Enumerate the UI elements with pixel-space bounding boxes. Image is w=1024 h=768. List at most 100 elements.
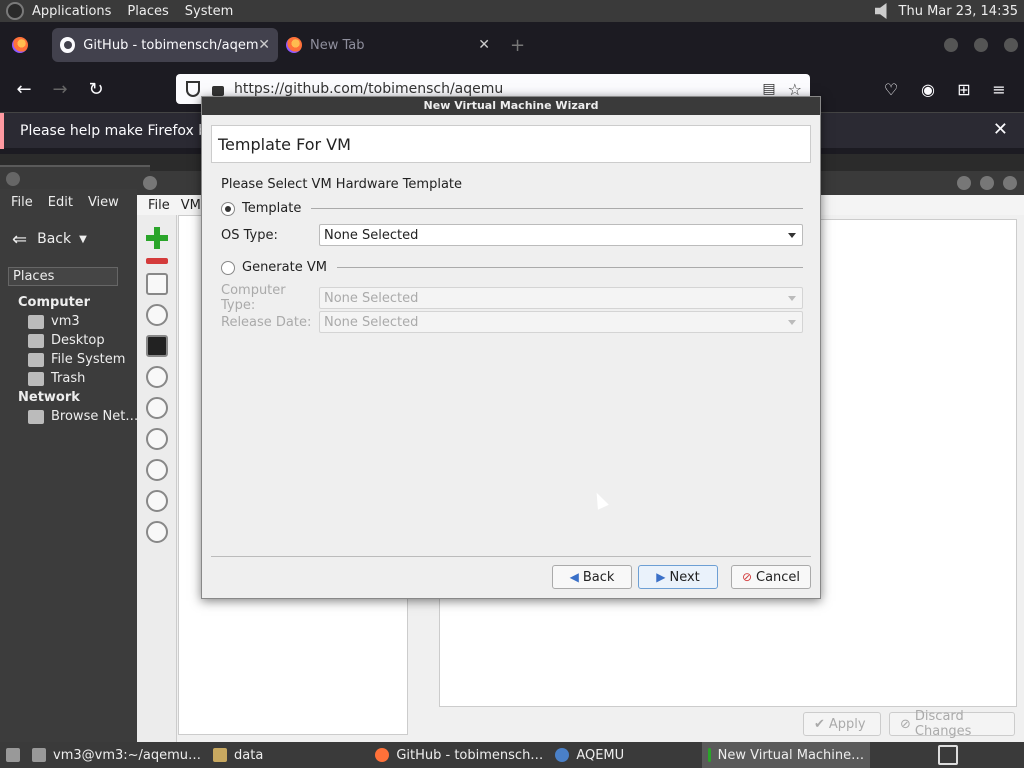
next-button-label: Next [669, 569, 700, 585]
fm-window-button-icon[interactable] [6, 172, 20, 186]
fm-back-arrow-icon[interactable]: ⇐ [12, 229, 27, 250]
pause-icon[interactable] [145, 397, 168, 419]
taskbar-item-firefox[interactable]: GitHub - tobimensch… [369, 742, 549, 768]
lock-icon[interactable] [212, 86, 224, 96]
remove-vm-icon[interactable] [145, 258, 168, 264]
firefox-icon[interactable] [12, 37, 28, 53]
sidebar-item-browse-network[interactable]: Browse Net… [0, 407, 150, 426]
forward-arrow-icon[interactable]: → [42, 79, 78, 100]
taskbar-item-data[interactable]: data [207, 742, 269, 768]
apply-label: Apply [828, 716, 866, 732]
template-radio-row[interactable]: Template [221, 201, 803, 216]
back-arrow-icon: ◀ [569, 570, 579, 584]
sidebar-item-trash[interactable]: Trash [0, 369, 150, 388]
back-button[interactable]: ◀ Back [552, 565, 632, 589]
check-icon: ✔ [814, 716, 825, 732]
menu-system[interactable]: System [185, 4, 233, 19]
fm-back-button[interactable]: Back [37, 231, 71, 247]
extensions-icon[interactable]: ⊞ [955, 80, 973, 99]
generate-vm-radio-label[interactable]: Generate VM [242, 260, 327, 275]
fm-titlebar [0, 165, 150, 189]
fm-places-select[interactable]: Places [8, 266, 118, 286]
aqemu-close-icon[interactable] [1003, 176, 1017, 190]
tab-bar: GitHub - tobimensch/aqemu ✕ New Tab ✕ + [0, 22, 1024, 68]
clock[interactable]: Thu Mar 23, 14:35 [899, 4, 1018, 19]
close-window-icon[interactable] [1004, 38, 1018, 52]
volume-icon[interactable] [874, 3, 887, 19]
aqemu-menu-vm[interactable]: VM [181, 198, 201, 213]
back-button-label: Back [582, 569, 615, 585]
tab-close-icon[interactable]: ✕ [258, 37, 270, 53]
discard-label: Discard Changes [914, 709, 972, 739]
discard-changes-button[interactable]: ⊘ Discard Changes [889, 709, 1015, 739]
show-desktop-button[interactable] [0, 742, 26, 768]
menu-applications[interactable]: Applications [32, 4, 111, 19]
sidebar-item-file-system[interactable]: File System [0, 350, 150, 369]
computer-type-value: None Selected [324, 290, 419, 306]
tab-github[interactable]: GitHub - tobimensch/aqemu ✕ [52, 28, 278, 62]
sidebar-item-desktop[interactable]: Desktop [0, 331, 150, 350]
apply-button[interactable]: ✔ Apply [803, 712, 881, 736]
power-icon[interactable] [145, 428, 168, 450]
next-button[interactable]: ▶ Next [638, 565, 718, 589]
maximize-icon[interactable] [974, 38, 988, 52]
os-type-select[interactable]: None Selected [319, 224, 803, 246]
fm-menu-view[interactable]: View [88, 195, 119, 210]
clock-icon[interactable] [145, 304, 168, 326]
fm-menu-file[interactable]: File [11, 195, 33, 210]
vm-settings-icon[interactable] [145, 273, 168, 295]
tab-title: GitHub - tobimensch/aqemu [83, 37, 259, 53]
save-icon[interactable] [145, 521, 168, 543]
taskbar-item-aqemu[interactable]: AQEMU [549, 742, 630, 768]
taskbar-item-label: GitHub - tobimensch… [396, 747, 544, 763]
tab-close-icon[interactable]: ✕ [478, 37, 490, 53]
aqemu-menu-file[interactable]: File [148, 198, 170, 213]
close-notification-icon[interactable]: ✕ [993, 119, 1008, 140]
aqemu-minimize-icon[interactable] [957, 176, 971, 190]
template-radio[interactable] [221, 201, 235, 216]
account-icon[interactable]: ◉ [919, 80, 937, 99]
network-icon [28, 409, 44, 424]
workspace-switcher-icon[interactable] [938, 745, 958, 765]
menu-places[interactable]: Places [127, 4, 168, 19]
taskbar-item-terminal[interactable]: vm3@vm3:~/aqemu… [26, 742, 207, 768]
add-vm-icon [708, 748, 711, 762]
taskbar-item-new-vm-wizard[interactable]: New Virtual Machine… [702, 742, 871, 768]
reload-icon[interactable]: ↻ [78, 79, 114, 100]
new-tab-button[interactable]: + [510, 35, 525, 56]
add-vm-icon[interactable] [145, 227, 168, 249]
tracking-shield-icon[interactable] [186, 81, 200, 97]
aqemu-maximize-icon[interactable] [980, 176, 994, 190]
fm-back-dropdown-icon[interactable]: ▼ [79, 234, 87, 245]
dropdown-arrow-icon [788, 320, 796, 325]
sidebar-item-label: File System [51, 352, 126, 367]
bottom-panel: vm3@vm3:~/aqemu… data GitHub - tobimensc… [0, 742, 1024, 768]
aqemu-window-menu-icon[interactable] [143, 176, 157, 190]
reset-icon[interactable] [145, 490, 168, 512]
back-arrow-icon[interactable]: ← [6, 79, 42, 100]
url-text[interactable]: https://github.com/tobimensch/aqemu [234, 81, 503, 97]
fm-menu-edit[interactable]: Edit [48, 195, 73, 210]
minimize-icon[interactable] [944, 38, 958, 52]
tab-new-tab[interactable]: New Tab ✕ [278, 28, 498, 62]
mate-logo-icon[interactable] [6, 2, 24, 20]
sidebar-header-computer: Computer [18, 295, 91, 310]
fm-menubar: File Edit View [0, 189, 150, 215]
template-radio-label[interactable]: Template [242, 201, 301, 216]
pocket-icon[interactable]: ♡ [882, 80, 900, 99]
cancel-button-label: Cancel [756, 569, 801, 585]
computer-type-label: Computer Type: [221, 283, 286, 313]
generate-vm-radio-row[interactable]: Generate VM [221, 260, 803, 275]
cancel-button[interactable]: ⊘ Cancel [731, 565, 811, 589]
play-icon[interactable] [145, 366, 168, 388]
generate-vm-radio[interactable] [221, 260, 235, 275]
group-divider [311, 208, 803, 209]
dropdown-arrow-icon [788, 296, 796, 301]
sidebar-item-label: Browse Net… [51, 409, 139, 424]
hamburger-menu-icon[interactable]: ≡ [990, 80, 1008, 99]
stop-icon[interactable] [145, 459, 168, 481]
reader-view-icon[interactable]: ▤ [762, 81, 775, 97]
fm-places-bar: Places [0, 263, 150, 289]
terminal-icon[interactable] [145, 335, 168, 357]
sidebar-item-vm3[interactable]: vm3 [0, 312, 150, 331]
